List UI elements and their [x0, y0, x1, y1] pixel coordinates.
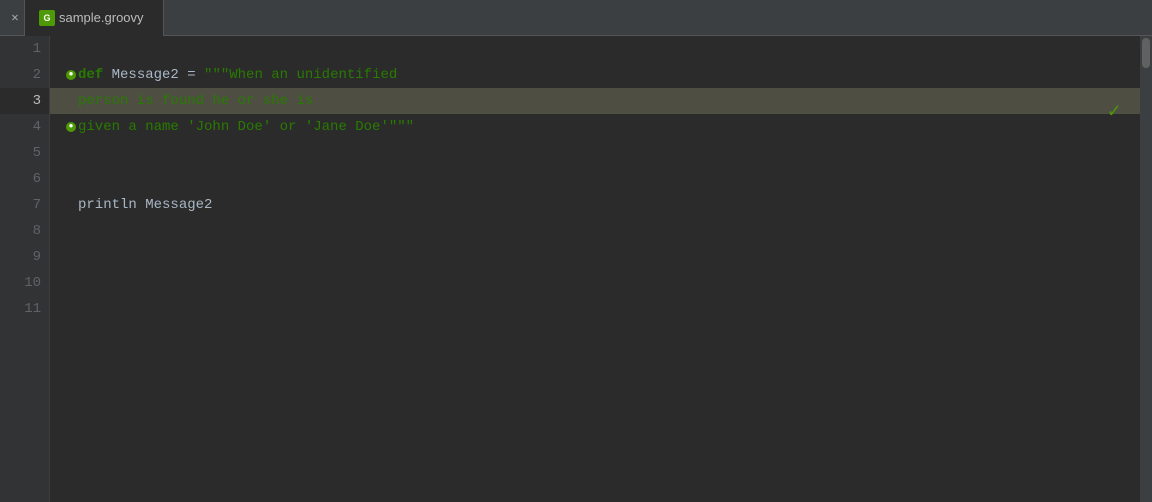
- code-area[interactable]: ● def Message2 = """When an unidentified…: [50, 36, 1140, 502]
- file-type-icon: G: [39, 10, 55, 26]
- tab-item-groovy[interactable]: G sample.groovy: [24, 0, 164, 36]
- checkmark-icon: ✓: [1108, 98, 1120, 124]
- line-num-3: 3: [0, 88, 49, 114]
- code-line-8: [50, 218, 1140, 244]
- line-num-5: 5: [0, 140, 49, 166]
- scrollbar-thumb[interactable]: [1142, 38, 1150, 68]
- code-line-7: println Message2: [50, 192, 1140, 218]
- code-line-9: [50, 244, 1140, 270]
- line-num-2: 2: [0, 62, 49, 88]
- line2-def: def: [78, 62, 103, 88]
- code-line-3: person is found he or she is: [50, 88, 1140, 114]
- line-numbers: 1 2 3 4 5 6 7 8 9 10 11: [0, 36, 50, 502]
- line-num-9: 9: [0, 244, 49, 270]
- line2-string: """When an unidentified: [204, 62, 397, 88]
- line4-content: given a name 'John Doe' or 'Jane Doe'""": [78, 114, 414, 140]
- line5-content: [66, 140, 74, 166]
- code-line-6: [50, 166, 1140, 192]
- line-num-1: 1: [0, 36, 49, 62]
- line-num-4: 4: [0, 114, 49, 140]
- line2-var: Message2 =: [103, 62, 204, 88]
- line-num-10: 10: [0, 270, 49, 296]
- code-line-11: [50, 296, 1140, 322]
- fold-icon-4[interactable]: ●: [66, 122, 76, 132]
- line3-content: person is found he or she is: [78, 88, 313, 114]
- tab-filename: sample.groovy: [59, 10, 144, 25]
- tab-bar: ✕ G sample.groovy: [0, 0, 1152, 36]
- code-line-10: [50, 270, 1140, 296]
- line6-content: [66, 166, 74, 192]
- scrollbar-vertical[interactable]: [1140, 36, 1152, 502]
- line-num-6: 6: [0, 166, 49, 192]
- code-line-2: ● def Message2 = """When an unidentified: [50, 62, 1140, 88]
- line-num-8: 8: [0, 218, 49, 244]
- line1-content: [66, 36, 74, 62]
- code-line-1: [50, 36, 1140, 62]
- line-num-11: 11: [0, 296, 49, 322]
- line-num-7: 7: [0, 192, 49, 218]
- code-line-5: [50, 140, 1140, 166]
- fold-icon-2[interactable]: ●: [66, 70, 76, 80]
- editor-container: ✕ G sample.groovy 1 2 3 4 5 6 7 8 9 10 1…: [0, 0, 1152, 502]
- line7-content: println Message2: [78, 192, 212, 218]
- code-line-4: ● given a name 'John Doe' or 'Jane Doe'"…: [50, 114, 1140, 140]
- tab-close-button[interactable]: ✕: [6, 9, 24, 27]
- editor-body: 1 2 3 4 5 6 7 8 9 10 11 ● def Message2 =…: [0, 36, 1152, 502]
